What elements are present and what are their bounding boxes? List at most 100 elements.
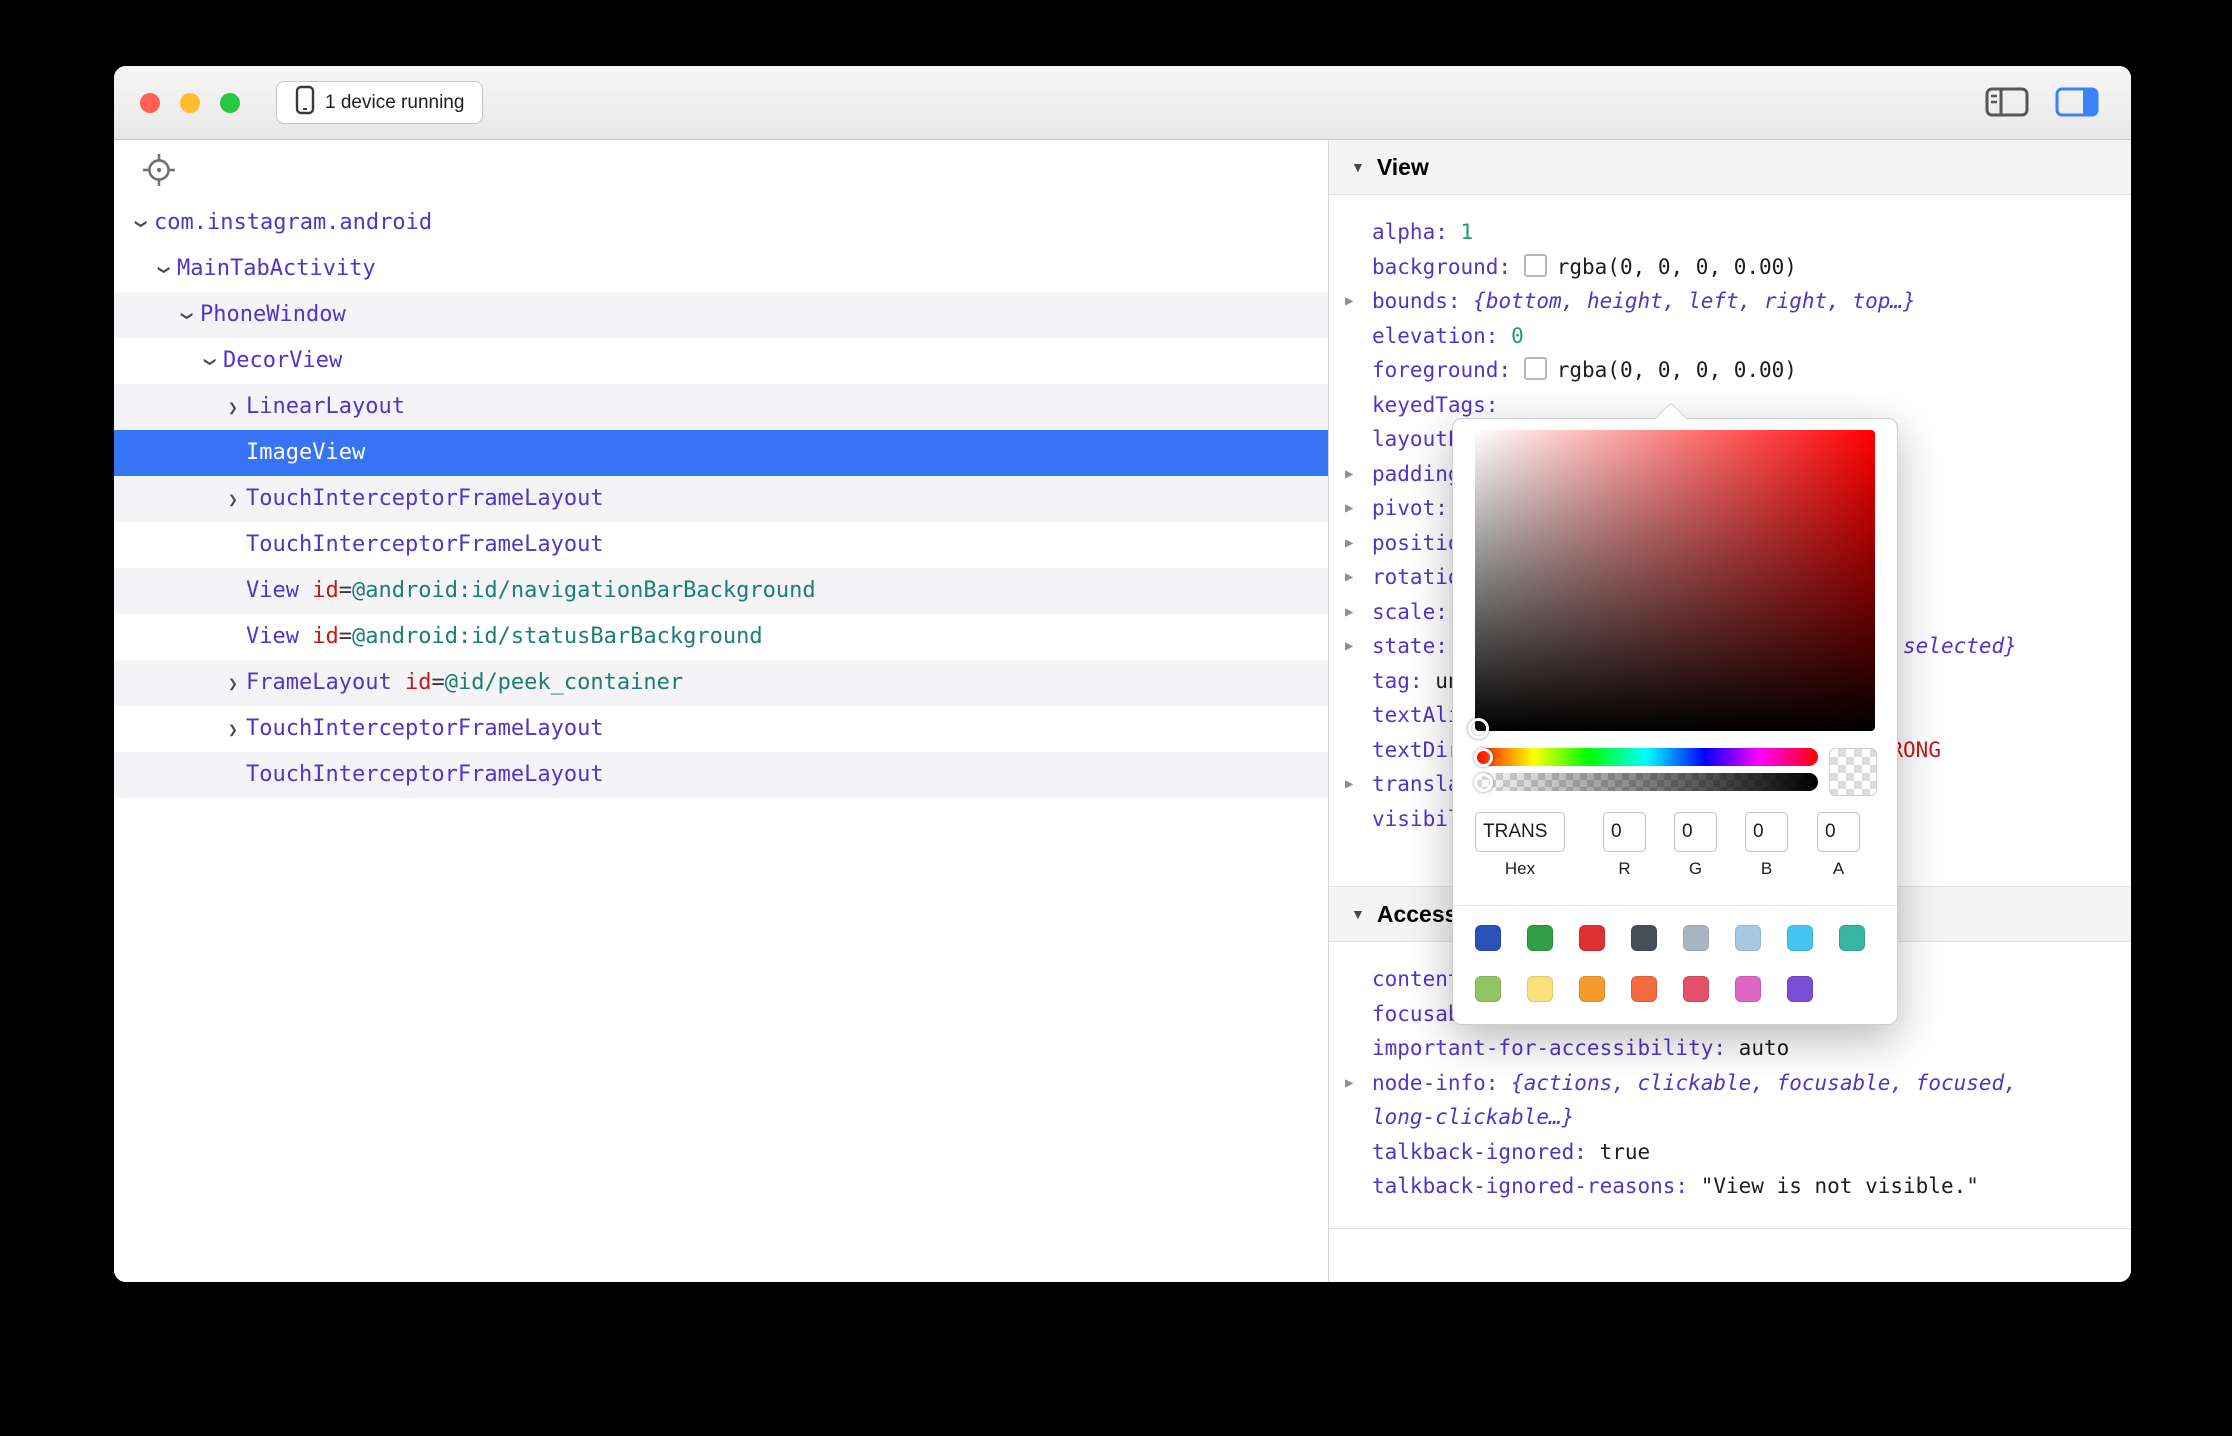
phone-icon [295,85,315,121]
node-attr-equals: = [339,624,352,649]
property-name: node-info: [1372,1071,1498,1095]
palette-color-swatch[interactable] [1787,976,1813,1002]
node-class-name: TouchInterceptorFrameLayout [246,532,604,557]
color-swatch-box[interactable] [1524,254,1547,277]
tree-row-ImageView[interactable]: ImageView [114,430,1328,476]
chevron-right-icon[interactable]: ❯ [220,661,246,707]
palette-color-swatch[interactable] [1735,976,1761,1002]
minimize-button[interactable] [180,93,200,113]
property-node-info[interactable]: ▶node-info: {actions, clickable, focusab… [1372,1066,2091,1135]
red-input[interactable] [1603,812,1646,852]
palette-color-swatch[interactable] [1683,976,1709,1002]
alpha-slider-knob[interactable] [1474,773,1493,792]
chevron-right-icon[interactable]: ❯ [220,385,246,431]
property-name: foreground: [1372,358,1511,382]
tree-row-TouchInterceptorFrameLayout[interactable]: ❯TouchInterceptorFrameLayout [114,706,1328,752]
left-sidebar-icon [1985,87,2029,120]
zoom-button[interactable] [220,93,240,113]
expand-triangle-icon[interactable]: ▶ [1345,1066,1353,1101]
property-value: auto [1739,1036,1790,1060]
palette-color-swatch[interactable] [1631,976,1657,1002]
view-section-header[interactable]: ▼ View [1329,140,2131,195]
color-palette [1475,925,1875,1027]
property-value: 0 [1511,324,1524,348]
tree-row-LinearLayout[interactable]: ❯LinearLayout [114,384,1328,430]
view-section-title: View [1377,154,1429,181]
property-value: {bottom, height, left, right, top…} [1473,289,1916,313]
tree-row-TouchInterceptorFrameLayout[interactable]: TouchInterceptorFrameLayout [114,752,1328,798]
palette-color-swatch[interactable] [1527,976,1553,1002]
palette-color-swatch[interactable] [1527,925,1553,951]
property-elevation: elevation: 0 [1372,319,2091,354]
property-name: talkback-ignored-reasons: [1372,1174,1688,1198]
palette-color-swatch[interactable] [1579,925,1605,951]
hex-input[interactable] [1475,812,1565,852]
chevron-right-icon[interactable]: ❯ [220,707,246,753]
chevron-right-icon[interactable]: ❯ [220,477,246,523]
property-name: alpha: [1372,220,1448,244]
chevron-down-icon[interactable]: ❯ [141,257,187,283]
property-name: scale: [1372,600,1448,624]
tree-row-TouchInterceptorFrameLayout[interactable]: TouchInterceptorFrameLayout [114,522,1328,568]
node-attr-value: @android:id/navigationBarBackground [352,578,816,603]
expand-triangle-icon[interactable]: ▶ [1345,526,1353,561]
palette-color-swatch[interactable] [1475,925,1501,951]
expand-triangle-icon[interactable]: ▶ [1345,629,1353,664]
property-talkback-ignored-reasons: talkback-ignored-reasons: "View is not v… [1372,1169,2091,1204]
device-status-button[interactable]: 1 device running [276,81,483,124]
color-swatch-box[interactable] [1524,357,1547,380]
property-name: background: [1372,255,1511,279]
palette-color-swatch[interactable] [1839,925,1865,951]
tree-row-View[interactable]: View id=@android:id/navigationBarBackgro… [114,568,1328,614]
inspect-target-button[interactable] [136,152,174,190]
palette-color-swatch[interactable] [1735,925,1761,951]
node-class-name: com.instagram.android [154,210,432,235]
hex-label: Hex [1475,859,1565,879]
tree-row-TouchInterceptorFrameLayout[interactable]: ❯TouchInterceptorFrameLayout [114,476,1328,522]
close-button[interactable] [140,93,160,113]
tree-row-PhoneWindow[interactable]: ❯PhoneWindow [114,292,1328,338]
tree-row-com.instagram.android[interactable]: ❯com.instagram.android [114,200,1328,246]
crosshair-icon [142,175,176,190]
property-keyedTags: keyedTags: [1372,388,2091,423]
palette-color-swatch[interactable] [1683,925,1709,951]
chevron-down-icon[interactable]: ❯ [118,211,164,237]
hue-slider-knob[interactable] [1474,748,1493,767]
property-bounds[interactable]: ▶bounds: {bottom, height, left, right, t… [1372,284,2091,319]
toggle-right-sidebar-button[interactable] [2049,83,2105,123]
chevron-down-icon[interactable]: ❯ [164,303,210,329]
hue-slider[interactable] [1475,748,1818,766]
alpha-slider[interactable] [1475,773,1818,791]
node-class-name: TouchInterceptorFrameLayout [246,716,604,741]
expand-triangle-icon[interactable]: ▶ [1345,767,1353,802]
expand-triangle-icon[interactable]: ▶ [1345,491,1353,526]
toggle-left-sidebar-button[interactable] [1979,83,2035,123]
blue-input[interactable] [1745,812,1788,852]
saturation-brightness-area[interactable] [1475,430,1875,731]
tree-row-DecorView[interactable]: ❯DecorView [114,338,1328,384]
node-class-name: DecorView [223,348,342,373]
device-status-label: 1 device running [325,92,464,114]
palette-color-swatch[interactable] [1631,925,1657,951]
disclosure-down-icon: ▼ [1351,159,1365,175]
palette-color-swatch[interactable] [1787,925,1813,951]
property-value: long-clickable…} [1372,1105,1574,1129]
expand-triangle-icon[interactable]: ▶ [1345,284,1353,319]
property-name: bounds: [1372,289,1461,313]
expand-triangle-icon[interactable]: ▶ [1345,560,1353,595]
tree-row-FrameLayout[interactable]: ❯FrameLayout id=@id/peek_container [114,660,1328,706]
desktop-background: { "titlebar": { "device_button_label": "… [0,0,2232,1436]
expand-triangle-icon[interactable]: ▶ [1345,595,1353,630]
tree-row-View[interactable]: View id=@android:id/statusBarBackground [114,614,1328,660]
node-attr-equals: = [339,578,352,603]
chevron-down-icon[interactable]: ❯ [187,349,233,375]
popover-divider [1453,905,1897,906]
palette-color-swatch[interactable] [1579,976,1605,1002]
tree-row-MainTabActivity[interactable]: ❯MainTabActivity [114,246,1328,292]
green-input[interactable] [1674,812,1717,852]
palette-color-swatch[interactable] [1475,976,1501,1002]
alpha-input[interactable] [1817,812,1860,852]
color-cursor[interactable] [1468,718,1489,739]
property-value: {actions, clickable, focusable, focused, [1511,1071,2017,1095]
expand-triangle-icon[interactable]: ▶ [1345,457,1353,492]
